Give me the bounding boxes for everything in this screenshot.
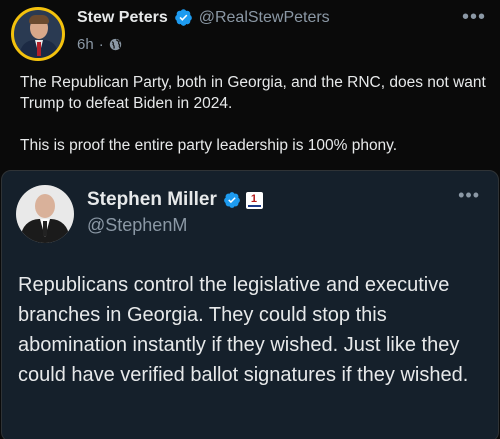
- post-paragraph: This is proof the entire party leadershi…: [20, 137, 398, 154]
- avatar-face: [35, 194, 55, 218]
- more-options-icon[interactable]: •••: [458, 186, 480, 204]
- post-time[interactable]: 6h: [77, 36, 94, 53]
- globe-icon: [109, 38, 121, 51]
- post-meta: 6h ·: [77, 36, 122, 53]
- outer-post[interactable]: Stew Peters @RealStewPeters 6h · ••• The…: [0, 0, 500, 439]
- avatar-tie: [43, 221, 47, 236]
- affiliation-badge-text: 1: [250, 192, 257, 205]
- post-paragraph: The Republican Party, both in Georgia, a…: [20, 74, 486, 112]
- verified-badge-icon: [174, 9, 192, 26]
- more-options-icon[interactable]: •••: [462, 7, 486, 27]
- avatar-hair: [29, 15, 49, 24]
- quoted-author-handle[interactable]: @StephenM: [87, 215, 187, 236]
- avatar-tie: [37, 42, 41, 56]
- quoted-avatar[interactable]: [16, 185, 74, 243]
- quoted-post-text: Republicans control the legislative and …: [18, 274, 469, 386]
- author-handle[interactable]: @RealStewPeters: [199, 9, 330, 27]
- quoted-post[interactable]: Stephen Miller 1 @StephenM ••• Republica…: [1, 170, 499, 439]
- quoted-author-row: Stephen Miller 1: [87, 189, 263, 211]
- affiliation-badge-stripe: [247, 204, 261, 207]
- post-text: The Republican Party, both in Georgia, a…: [20, 72, 490, 177]
- avatar[interactable]: [11, 7, 65, 61]
- author-row: Stew Peters @RealStewPeters: [77, 8, 330, 27]
- quoted-author-name[interactable]: Stephen Miller: [87, 189, 217, 211]
- meta-separator: ·: [98, 36, 104, 53]
- affiliation-badge-icon[interactable]: 1: [245, 191, 263, 209]
- verified-badge-icon: [223, 192, 240, 208]
- author-name[interactable]: Stew Peters: [77, 9, 168, 27]
